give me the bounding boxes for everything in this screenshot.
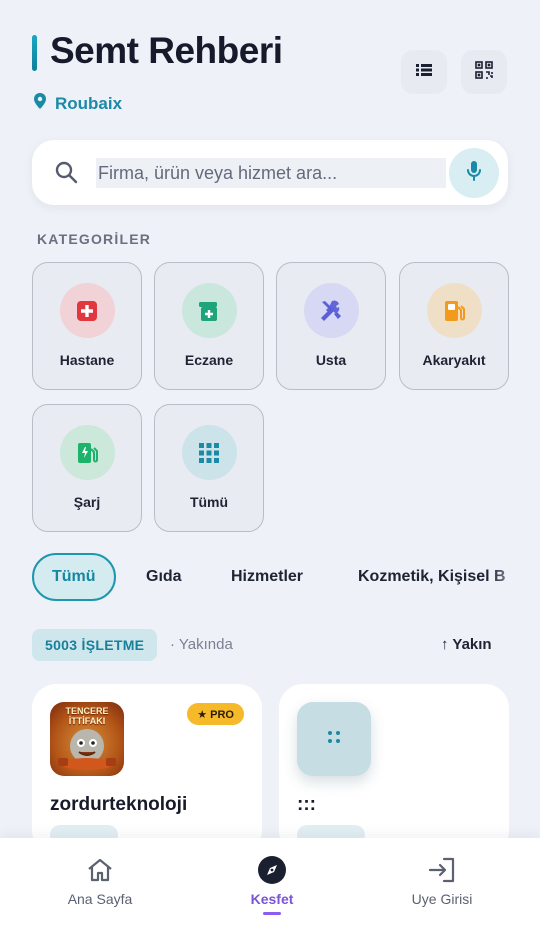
business-name: ::: xyxy=(297,794,316,815)
pro-badge: ★ PRO xyxy=(187,703,244,725)
category-label: Eczane xyxy=(184,352,234,368)
location-selector[interactable]: Roubaix xyxy=(33,93,122,114)
category-label: Akaryakıt xyxy=(422,352,486,368)
business-card[interactable]: ::: xyxy=(279,684,509,854)
location-pin-icon xyxy=(33,93,47,114)
category-label: Usta xyxy=(315,352,347,368)
business-count-badge: 5003 İŞLETME xyxy=(32,629,158,661)
category-eczane[interactable]: Eczane xyxy=(154,262,264,390)
tools-icon xyxy=(303,283,359,338)
qr-code-icon xyxy=(475,60,493,84)
category-usta[interactable]: Usta xyxy=(276,262,386,390)
list-icon xyxy=(416,63,432,82)
search-input[interactable] xyxy=(96,158,446,188)
charging-icon xyxy=(59,425,115,480)
voice-search-button[interactable] xyxy=(449,148,499,198)
category-label: Şarj xyxy=(73,494,101,510)
nav-home[interactable]: Ana Sayfa xyxy=(10,838,190,929)
search-icon xyxy=(54,160,78,189)
nav-label: Kesfet xyxy=(250,891,294,907)
filter-chip-tumu[interactable]: Tümü xyxy=(32,553,116,601)
nav-explore[interactable]: Kesfet xyxy=(182,838,362,929)
logo-text: TENCERE xyxy=(65,706,109,716)
login-icon xyxy=(428,855,456,885)
category-label: Hastane xyxy=(59,352,115,368)
category-akaryakit[interactable]: Akaryakıt xyxy=(399,262,509,390)
dots-grid-icon xyxy=(327,730,341,749)
list-view-button[interactable] xyxy=(401,50,447,94)
fuel-icon xyxy=(426,283,482,338)
location-label: Roubaix xyxy=(55,93,123,113)
business-logo: TENCERE İTTİFAKI xyxy=(50,702,124,776)
active-indicator xyxy=(263,912,281,915)
near-label: · Yakında xyxy=(170,636,233,653)
business-name: zordurteknoloji xyxy=(50,794,188,815)
hospital-icon xyxy=(59,283,115,338)
nav-login[interactable]: Uye Girisi xyxy=(352,838,532,929)
filter-chip-gida[interactable]: Gıda xyxy=(146,553,182,601)
sort-button[interactable]: ↑ Yakın xyxy=(441,636,492,653)
compass-icon xyxy=(257,855,287,885)
nav-label: Ana Sayfa xyxy=(67,891,133,907)
category-sarj[interactable]: Şarj xyxy=(32,404,142,532)
chips-fade xyxy=(490,553,540,601)
category-hastane[interactable]: Hastane xyxy=(32,262,142,390)
logo-text: İTTİFAKI xyxy=(68,716,106,726)
title-accent-bar xyxy=(32,35,37,71)
filter-chip-hizmetler[interactable]: Hizmetler xyxy=(231,553,303,601)
page-title: Semt Rehberi xyxy=(50,30,283,71)
header: Semt Rehberi Roubaix xyxy=(0,0,540,130)
qr-scan-button[interactable] xyxy=(461,50,507,94)
home-icon xyxy=(87,855,113,885)
pharmacy-icon xyxy=(181,283,237,338)
filter-chips: Tümü Gıda Hizmetler Kozmetik, Kişisel B xyxy=(0,553,540,601)
nav-label: Uye Girisi xyxy=(411,891,473,907)
category-tumu[interactable]: Tümü xyxy=(154,404,264,532)
microphone-icon xyxy=(466,160,482,187)
filter-chip-kozmetik[interactable]: Kozmetik, Kişisel B xyxy=(358,553,506,601)
grid-icon xyxy=(181,425,237,480)
placeholder-logo xyxy=(297,702,371,776)
business-card[interactable]: TENCERE İTTİFAKI ★ PRO zordurteknoloji xyxy=(32,684,262,854)
categories-heading: KATEGORİLER xyxy=(37,231,152,247)
category-label: Tümü xyxy=(189,494,229,510)
bottom-navigation: Ana Sayfa Kesfet Uye Girisi xyxy=(0,838,540,929)
